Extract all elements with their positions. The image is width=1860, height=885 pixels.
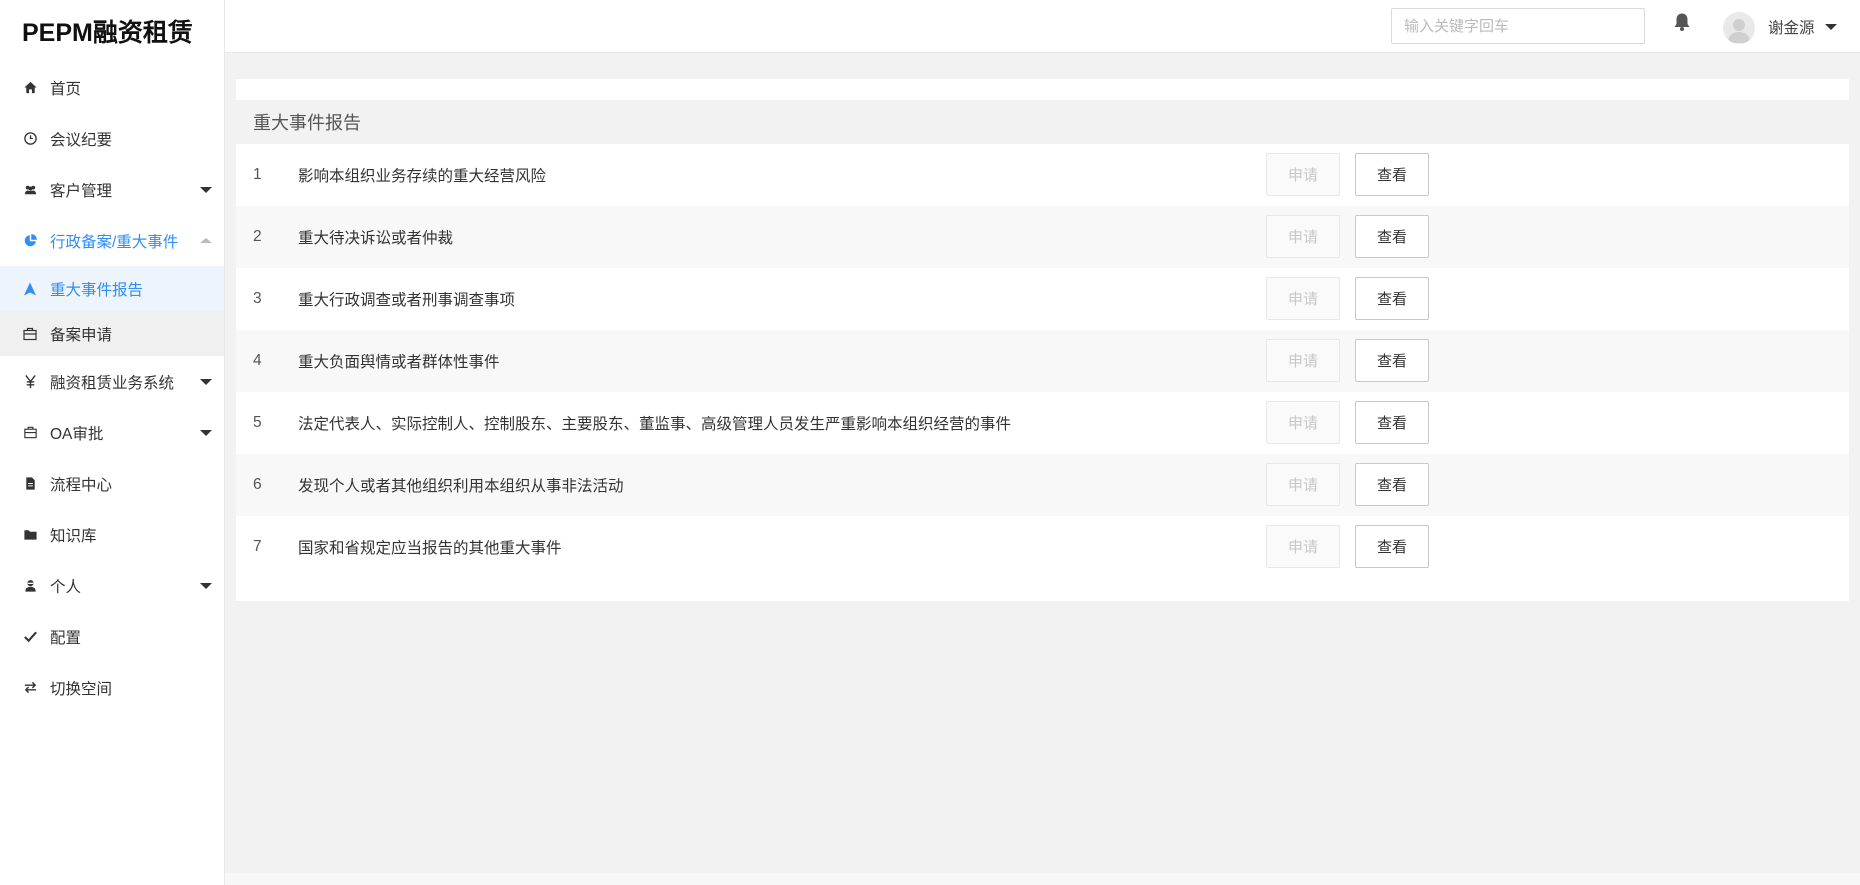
row-title: 影响本组织业务存续的重大经营风险: [298, 168, 547, 185]
sidebar-item-personal[interactable]: 个人: [0, 560, 224, 611]
users-icon: [22, 182, 38, 198]
chevron-down-icon: [200, 429, 212, 436]
content-top-bar: [236, 79, 1849, 100]
sidebar-item-knowledge-base[interactable]: 知识库: [0, 509, 224, 560]
sidebar-item-label: 配置: [50, 629, 82, 647]
apply-button[interactable]: 申请: [1266, 525, 1340, 568]
file-icon: [22, 476, 38, 492]
sidebar-item-label: 首页: [50, 80, 82, 98]
list-item: 7 国家和省规定应当报告的其他重大事件 申请 查看: [236, 516, 1849, 578]
navigation-icon: [22, 281, 38, 297]
sidebar: PEPM融资租赁 首页 会议纪要 客户管理 行政备案/重大事件 重大事件报告 备…: [0, 0, 225, 885]
sidebar-subitem-major-event-report[interactable]: 重大事件报告: [0, 266, 224, 311]
sidebar-subitem-label: 重大事件报告: [50, 281, 144, 299]
chevron-down-icon: [200, 186, 212, 193]
row-title: 国家和省规定应当报告的其他重大事件: [298, 540, 562, 557]
person-icon: [22, 578, 38, 594]
row-title: 发现个人或者其他组织利用本组织从事非法活动: [298, 478, 624, 495]
row-index: 4: [253, 352, 262, 369]
footer-bar: [225, 873, 1860, 885]
row-index: 2: [253, 228, 262, 245]
view-button[interactable]: 查看: [1355, 215, 1429, 258]
list-item: 1 影响本组织业务存续的重大经营风险 申请 查看: [236, 144, 1849, 206]
view-button[interactable]: 查看: [1355, 525, 1429, 568]
view-button[interactable]: 查看: [1355, 339, 1429, 382]
row-index: 1: [253, 166, 262, 183]
view-button[interactable]: 查看: [1355, 463, 1429, 506]
sidebar-item-admin-filing[interactable]: 行政备案/重大事件: [0, 215, 224, 266]
user-avatar[interactable]: [1723, 12, 1755, 44]
row-index: 5: [253, 414, 262, 431]
sidebar-item-label: 流程中心: [50, 476, 113, 494]
user-name[interactable]: 谢金源: [1768, 16, 1815, 38]
sidebar-item-label: 会议纪要: [50, 131, 113, 149]
sidebar-item-label: OA审批: [50, 425, 104, 443]
home-icon: [22, 80, 38, 96]
briefcase-icon: [22, 326, 38, 342]
sidebar-item-customers[interactable]: 客户管理: [0, 164, 224, 215]
check-icon: [22, 629, 38, 645]
sidebar-item-label: 知识库: [50, 527, 97, 545]
row-index: 6: [253, 476, 262, 493]
list-item: 2 重大待决诉讼或者仲裁 申请 查看: [236, 206, 1849, 268]
clock-icon: [22, 131, 38, 147]
folder-icon: [22, 527, 38, 543]
sidebar-item-switch-space[interactable]: 切换空间: [0, 662, 224, 713]
sidebar-item-home[interactable]: 首页: [0, 62, 224, 113]
sidebar-item-oa-approval[interactable]: OA审批: [0, 407, 224, 458]
briefcase-icon: [22, 425, 38, 441]
chevron-down-icon: [200, 378, 212, 385]
view-button[interactable]: 查看: [1355, 401, 1429, 444]
page-title: 重大事件报告: [236, 100, 1849, 144]
chevron-down-icon[interactable]: [1825, 24, 1837, 30]
row-title: 法定代表人、实际控制人、控制股东、主要股东、董监事、高级管理人员发生严重影响本组…: [298, 416, 1012, 433]
sidebar-item-leasing-system[interactable]: 融资租赁业务系统: [0, 356, 224, 407]
list-item: 6 发现个人或者其他组织利用本组织从事非法活动 申请 查看: [236, 454, 1849, 516]
sidebar-item-label: 客户管理: [50, 182, 113, 200]
list-item: 5 法定代表人、实际控制人、控制股东、主要股东、董监事、高级管理人员发生严重影响…: [236, 392, 1849, 454]
list-item: 4 重大负面舆情或者群体性事件 申请 查看: [236, 330, 1849, 392]
apply-button[interactable]: 申请: [1266, 277, 1340, 320]
app-logo-title: PEPM融资租赁: [22, 19, 193, 47]
sidebar-item-process-center[interactable]: 流程中心: [0, 458, 224, 509]
sidebar-item-label: 行政备案/重大事件: [50, 233, 179, 251]
chevron-down-icon: [200, 582, 212, 589]
sidebar-subitem-label: 备案申请: [50, 326, 113, 344]
apply-button[interactable]: 申请: [1266, 463, 1340, 506]
sidebar-item-label: 个人: [50, 578, 82, 596]
row-title: 重大负面舆情或者群体性事件: [298, 354, 500, 371]
swap-icon: [22, 680, 38, 696]
sidebar-menu: 首页 会议纪要 客户管理 行政备案/重大事件 重大事件报告 备案申请 融资租赁业…: [0, 62, 224, 713]
sidebar-item-label: 切换空间: [50, 680, 113, 698]
view-button[interactable]: 查看: [1355, 277, 1429, 320]
list-item: 3 重大行政调查或者刑事调查事项 申请 查看: [236, 268, 1849, 330]
chevron-up-icon: [200, 237, 212, 243]
sidebar-item-meetings[interactable]: 会议纪要: [0, 113, 224, 164]
bell-icon[interactable]: [1671, 11, 1693, 33]
row-index: 7: [253, 538, 262, 555]
yen-icon: [22, 374, 38, 390]
apply-button[interactable]: 申请: [1266, 339, 1340, 382]
top-header: 谢金源: [225, 0, 1860, 53]
view-button[interactable]: 查看: [1355, 153, 1429, 196]
sidebar-subitem-filing-application[interactable]: 备案申请: [0, 311, 224, 356]
apply-button[interactable]: 申请: [1266, 153, 1340, 196]
pie-chart-icon: [22, 233, 38, 249]
search-input[interactable]: [1391, 8, 1645, 44]
sidebar-item-label: 融资租赁业务系统: [50, 374, 175, 392]
row-index: 3: [253, 290, 262, 307]
row-title: 重大待决诉讼或者仲裁: [298, 230, 454, 247]
apply-button[interactable]: 申请: [1266, 215, 1340, 258]
row-title: 重大行政调查或者刑事调查事项: [298, 292, 516, 309]
event-list-panel: 1 影响本组织业务存续的重大经营风险 申请 查看 2 重大待决诉讼或者仲裁 申请…: [236, 144, 1849, 601]
apply-button[interactable]: 申请: [1266, 401, 1340, 444]
sidebar-item-config[interactable]: 配置: [0, 611, 224, 662]
